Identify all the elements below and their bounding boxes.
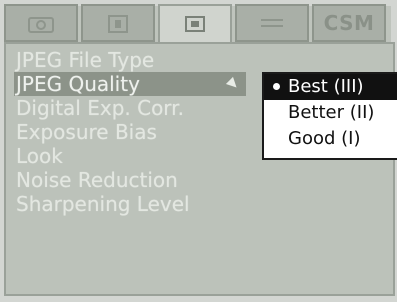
self-timer-icon (108, 15, 128, 33)
menu-item-jpeg-quality[interactable]: JPEG Quality (14, 72, 246, 96)
tab-csm[interactable]: CSM (312, 4, 386, 42)
menu-item-look[interactable]: Look (14, 144, 246, 168)
jpeg-quality-options-popup: Best (III) Better (II) Good (I) (262, 72, 397, 160)
camera-settings-icon (28, 17, 54, 33)
tab-self-timer[interactable] (81, 4, 155, 42)
menu-item-exposure-bias[interactable]: Exposure Bias (14, 120, 246, 144)
flash-icon (261, 19, 283, 27)
menu-item-label: Digital Exp. Corr. (16, 96, 184, 120)
submenu-arrow-icon (225, 76, 241, 92)
menu-item-label: Look (16, 144, 63, 168)
menu-item-sharpening-level[interactable]: Sharpening Level (14, 192, 246, 216)
menu-tab-bar: CSM (4, 4, 395, 44)
menu-item-label: JPEG File Type (16, 48, 155, 72)
option-best[interactable]: Best (III) (264, 74, 397, 100)
tab-image-quality[interactable] (158, 4, 232, 44)
tab-flash[interactable] (235, 4, 309, 42)
tab-csm-label: CSM (323, 11, 375, 35)
option-label: Better (II) (288, 102, 375, 123)
menu-item-noise-reduction[interactable]: Noise Reduction (14, 168, 246, 192)
option-label: Best (III) (288, 76, 364, 97)
image-quality-icon (185, 16, 205, 32)
menu-item-digital-exp-corr[interactable]: Digital Exp. Corr. (14, 96, 246, 120)
option-good[interactable]: Good (I) (264, 126, 397, 152)
selected-bullet-icon (273, 83, 280, 90)
settings-menu: JPEG File Type JPEG Quality Digital Exp.… (14, 48, 246, 216)
tab-camera-settings[interactable] (4, 4, 78, 42)
menu-item-jpeg-file-type[interactable]: JPEG File Type (14, 48, 246, 72)
option-better[interactable]: Better (II) (264, 100, 397, 126)
menu-item-label: JPEG Quality (16, 72, 140, 96)
option-label: Good (I) (288, 128, 361, 149)
menu-item-label: Exposure Bias (16, 120, 157, 144)
menu-item-label: Noise Reduction (16, 168, 178, 192)
menu-item-label: Sharpening Level (16, 192, 190, 216)
